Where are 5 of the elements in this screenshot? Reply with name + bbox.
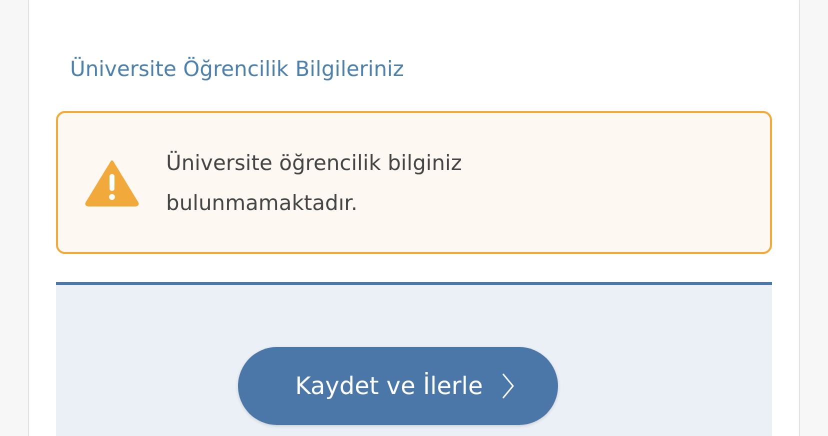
chevron-right-icon <box>500 372 515 400</box>
warning-icon <box>84 158 140 206</box>
alert-message: Üniversite öğrencilik bilginiz bulunmamaktadır. <box>166 150 463 216</box>
section-title: Üniversite Öğrencilik Bilgileriniz <box>70 57 405 81</box>
save-and-continue-button[interactable]: Kaydet ve İlerle <box>238 347 558 425</box>
